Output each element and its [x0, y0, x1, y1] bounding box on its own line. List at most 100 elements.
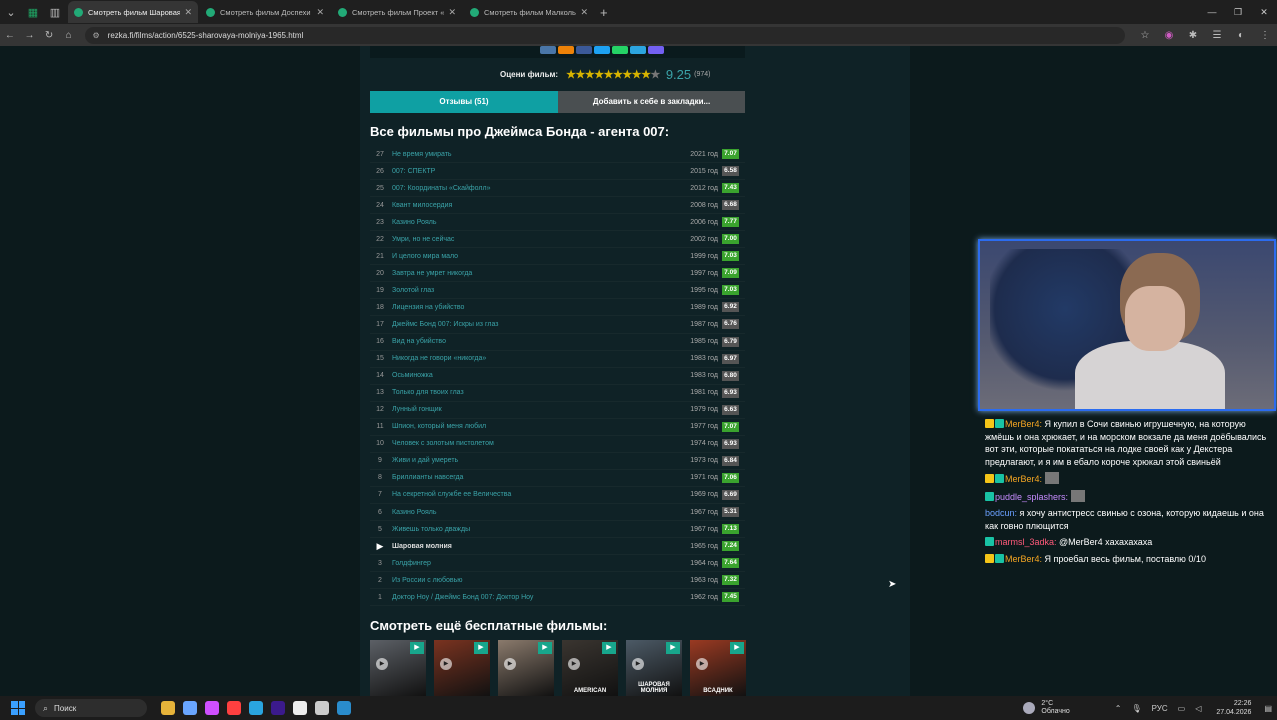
- add-bookmark-button[interactable]: Добавить к себе в закладки...: [558, 91, 745, 113]
- franchise-row[interactable]: 13 Только для твоих глаз 1981 год 6.93: [370, 385, 745, 402]
- share-telegram-icon[interactable]: [630, 46, 646, 54]
- tab-groups-icon[interactable]: ▥: [44, 1, 66, 23]
- rating-stars[interactable]: ★★★★★★★★★★: [566, 68, 660, 81]
- app-gray-icon[interactable]: [315, 701, 329, 715]
- microphone-icon[interactable]: 🎙: [1131, 704, 1141, 713]
- franchise-row[interactable]: 10 Человек с золотым пистолетом 1974 год 6.…: [370, 436, 745, 453]
- franchise-row-title[interactable]: Умри, но не сейчас: [390, 236, 674, 243]
- taskbar-search[interactable]: ⌕ Поиск: [35, 699, 147, 717]
- rating-star-icon[interactable]: ★: [650, 69, 660, 81]
- share-facebook-icon[interactable]: [576, 46, 592, 54]
- franchise-row[interactable]: 3 Голдфингер 1964 год 7.64: [370, 555, 745, 573]
- film-poster[interactable]: ▶ ▶: [498, 640, 554, 696]
- franchise-row[interactable]: 11 Шпион, который меня любил 1977 год 7.07: [370, 419, 745, 436]
- new-tab-button[interactable]: +: [600, 5, 608, 20]
- forward-icon[interactable]: →: [20, 30, 40, 41]
- franchise-row-title[interactable]: Шпион, который меня любил: [390, 423, 674, 430]
- explorer-icon[interactable]: [161, 701, 175, 715]
- franchise-row[interactable]: 17 Джеймс Бонд 007: Искры из глаз 1987 год…: [370, 316, 745, 334]
- franchise-row[interactable]: 23 Казино Рояль 2006 год 7.77: [370, 214, 745, 232]
- franchise-row-title[interactable]: Лунный гонщик: [390, 406, 674, 413]
- franchise-row[interactable]: 22 Умри, но не сейчас 2002 год 7.00: [370, 231, 745, 249]
- back-icon[interactable]: ←: [0, 30, 20, 41]
- close-tab-icon[interactable]: ✕: [184, 7, 192, 18]
- site-info-icon[interactable]: ⚙: [93, 31, 100, 40]
- share-viber-icon[interactable]: [648, 46, 664, 54]
- franchise-row-title[interactable]: Казино Рояль: [390, 509, 674, 516]
- keyboard-language[interactable]: РУС: [1152, 704, 1168, 713]
- share-twitter-icon[interactable]: [594, 46, 610, 54]
- telegram-icon[interactable]: [249, 701, 263, 715]
- franchise-row-title[interactable]: Только для твоих глаз: [390, 389, 674, 396]
- close-tab-icon[interactable]: ✕: [448, 7, 456, 18]
- franchise-row[interactable]: 6 Казино Рояль 1967 год 5.31: [370, 504, 745, 522]
- rating-star-icon[interactable]: ★: [632, 69, 642, 81]
- franchise-row-title[interactable]: 007: Координаты «Скайфолл»: [390, 185, 674, 192]
- franchise-row-title[interactable]: Лицензия на убийство: [390, 304, 674, 311]
- franchise-row[interactable]: 2 Из России с любовью 1963 год 7.32: [370, 572, 745, 590]
- reviews-button[interactable]: Отзывы (51): [370, 91, 558, 113]
- browser-tab[interactable]: Смотреть фильм Шаровая мо...✕: [68, 1, 198, 23]
- franchise-row[interactable]: 19 Золотой глаз 1995 год 7.03: [370, 282, 745, 300]
- franchise-row-title[interactable]: Квант милосердия: [390, 202, 674, 209]
- clock[interactable]: 22:26 27.04.2026: [1216, 699, 1251, 717]
- franchise-row-title[interactable]: Джеймс Бонд 007: Искры из глаз: [390, 321, 674, 328]
- chrome-icon[interactable]: [183, 701, 197, 715]
- reading-list-icon[interactable]: ☰: [1205, 30, 1229, 41]
- franchise-row[interactable]: 14 Осьминожка 1983 год 6.80: [370, 368, 745, 385]
- franchise-row[interactable]: 15 Никогда не говори «никогда» 1983 год 6.9…: [370, 351, 745, 368]
- franchise-row-title[interactable]: На секретной службе ее Величества: [390, 491, 674, 498]
- chat-username[interactable]: marmsl_3adka:: [995, 537, 1057, 547]
- franchise-row-title[interactable]: Из России с любовью: [390, 577, 674, 584]
- notification-icon[interactable]: ▤: [1264, 704, 1272, 713]
- franchise-row-title[interactable]: Никогда не говори «никогда»: [390, 355, 674, 362]
- franchise-row-title[interactable]: Голдфингер: [390, 560, 674, 567]
- rating-star-icon[interactable]: ★: [622, 69, 632, 81]
- browser-tab[interactable]: Смотреть фильм Проект «Ала...✕: [332, 1, 462, 23]
- franchise-row-title[interactable]: Казино Рояль: [390, 219, 674, 226]
- franchise-row-title[interactable]: Бриллианты навсегда: [390, 474, 674, 481]
- film-poster[interactable]: ▶ ▶: [370, 640, 426, 696]
- franchise-row[interactable]: 7 На секретной службе ее Величества 1969 г…: [370, 487, 745, 504]
- franchise-row-title[interactable]: Золотой глаз: [390, 287, 674, 294]
- franchise-row-title[interactable]: Осьминожка: [390, 372, 674, 379]
- rating-star-icon[interactable]: ★: [585, 69, 595, 81]
- chat-username[interactable]: puddle_splashers:: [995, 492, 1068, 502]
- franchise-row[interactable]: 24 Квант милосердия 2008 год 6.68: [370, 197, 745, 215]
- franchise-row[interactable]: 9 Живи и дай умереть 1973 год 6.84: [370, 453, 745, 470]
- minimize-icon[interactable]: —: [1199, 0, 1225, 24]
- franchise-row-title[interactable]: Живешь только дважды: [390, 526, 674, 533]
- chat-username[interactable]: MerBer4:: [1005, 419, 1042, 429]
- franchise-row-title[interactable]: Не время умирать: [390, 151, 674, 158]
- browser-tab[interactable]: Смотреть фильм Доспехи Бог... ✕: [200, 1, 330, 23]
- start-windows-icon[interactable]: [11, 701, 25, 715]
- film-poster[interactable]: ▶ ▶ AMERICAN: [562, 640, 618, 696]
- franchise-row[interactable]: 16 Вид на убийство 1985 год 6.79: [370, 334, 745, 351]
- franchise-row-title[interactable]: Человек с золотым пистолетом: [390, 440, 674, 447]
- franchise-row-title[interactable]: И целого мира мало: [390, 253, 674, 260]
- film-poster[interactable]: ▶ ▶: [434, 640, 490, 696]
- home-icon[interactable]: ⌂: [59, 30, 79, 41]
- premiere-icon[interactable]: [271, 701, 285, 715]
- url-field[interactable]: ⚙ rezka.fi/films/action/6525-sharovaya-m…: [84, 26, 1125, 44]
- close-window-icon[interactable]: ✕: [1251, 0, 1277, 24]
- franchise-row[interactable]: 25 007: Координаты «Скайфолл» 2012 год 7.43: [370, 180, 745, 198]
- franchise-row-title[interactable]: Живи и дай умереть: [390, 457, 674, 464]
- rating-star-icon[interactable]: ★: [604, 69, 614, 81]
- tray-chevron-icon[interactable]: ⌃: [1115, 704, 1122, 713]
- weather-widget[interactable]: 2°C Облачно: [1023, 700, 1070, 716]
- network-icon[interactable]: ▭: [1178, 704, 1186, 713]
- film-poster[interactable]: ▶ ▶ ВСАДНИК: [690, 640, 746, 696]
- franchise-row[interactable]: 20 Завтра не умрет никогда 1997 год 7.09: [370, 265, 745, 283]
- app-blue-icon[interactable]: [337, 701, 351, 715]
- close-tab-icon[interactable]: ✕: [580, 7, 588, 18]
- film-poster[interactable]: ▶ ▶ ШАРОВАЯ МОЛНИЯ: [626, 640, 682, 696]
- app-red-icon[interactable]: [227, 701, 241, 715]
- franchise-row-title[interactable]: Вид на убийство: [390, 338, 674, 345]
- sheets-app-icon[interactable]: ▦: [22, 1, 44, 23]
- chat-username[interactable]: bodcun:: [985, 508, 1017, 518]
- franchise-row[interactable]: 26 007: СПЕКТР 2015 год 6.58: [370, 163, 745, 181]
- reload-icon[interactable]: ↻: [39, 30, 59, 41]
- franchise-row[interactable]: 27 Не время умирать 2021 год 7.07: [370, 146, 745, 164]
- browser-tab[interactable]: Смотреть фильм Малкольм И... ✕: [464, 1, 594, 23]
